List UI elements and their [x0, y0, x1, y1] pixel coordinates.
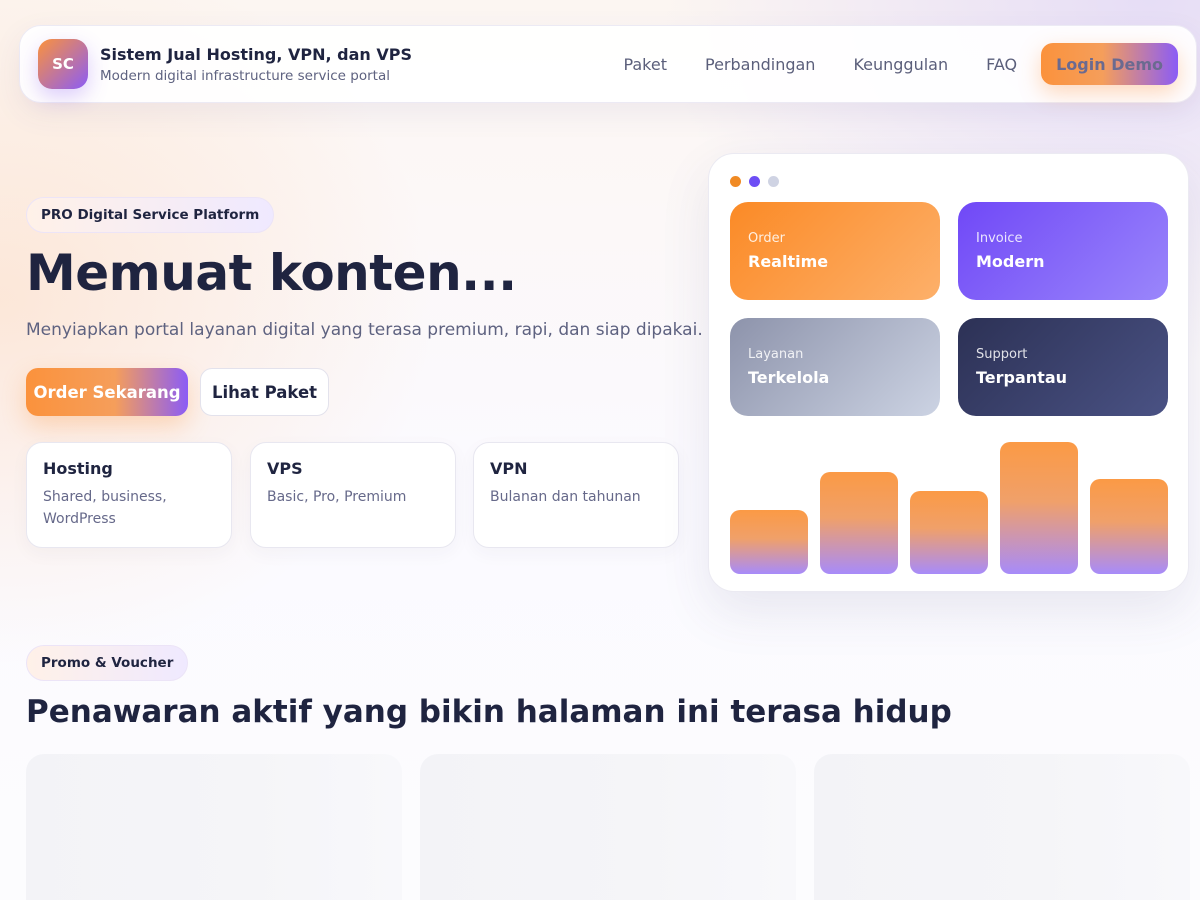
tile-order: Order Realtime [730, 202, 940, 300]
service-title: VPN [490, 459, 528, 478]
main-nav: Paket Perbandingan Keunggulan FAQ Login … [623, 43, 1178, 85]
top-navbar: SC Sistem Jual Hosting, VPN, dan VPS Mod… [19, 25, 1197, 103]
activity-bar [1090, 479, 1168, 574]
nav-link-paket[interactable]: Paket [623, 55, 667, 74]
activity-bar-chart [730, 434, 1168, 574]
tile-value: Terpantau [976, 368, 1068, 387]
logo-text: SC [52, 55, 74, 73]
activity-bar [730, 510, 808, 574]
service-desc: Bulanan dan tahunan [490, 489, 641, 505]
tile-label: Order [748, 231, 785, 246]
activity-bar [910, 491, 988, 574]
service-title: Hosting [43, 459, 113, 478]
tile-label: Layanan [748, 347, 804, 362]
promo-card-skeleton [814, 754, 1190, 900]
tile-value: Terkelola [748, 368, 830, 387]
hero-subtitle: Menyiapkan portal layanan digital yang t… [26, 320, 703, 340]
service-desc: Basic, Pro, Premium [267, 489, 407, 505]
hero-title: Memuat konten... [26, 244, 517, 302]
activity-bar [1000, 442, 1078, 574]
nav-link-perbandingan[interactable]: Perbandingan [705, 55, 815, 74]
service-desc: Shared, business, WordPress [43, 489, 167, 527]
brand-subtitle: Modern digital infrastructure service po… [100, 67, 390, 84]
login-demo-button[interactable]: Login Demo [1041, 43, 1178, 85]
activity-bar [820, 472, 898, 574]
brand-logo[interactable]: SC [38, 39, 88, 89]
promo-badge: Promo & Voucher [26, 645, 189, 681]
nav-link-faq[interactable]: FAQ [986, 55, 1017, 74]
brand-title: Sistem Jual Hosting, VPN, dan VPS [100, 44, 412, 64]
tile-label: Support [976, 347, 1028, 362]
tile-label: Invoice [976, 231, 1023, 246]
tile-layanan: Layanan Terkelola [730, 318, 940, 416]
service-card-hosting[interactable]: Hosting Shared, business, WordPress [26, 442, 232, 548]
window-dot-purple [749, 176, 760, 187]
order-now-button[interactable]: Order Sekarang [26, 368, 188, 416]
promo-section-title: Penawaran aktif yang bikin halaman ini t… [26, 694, 952, 730]
brand-block: Sistem Jual Hosting, VPN, dan VPS Modern… [100, 45, 412, 84]
tile-value: Modern [976, 252, 1045, 271]
window-dot-gray [768, 176, 779, 187]
service-card-vpn[interactable]: VPN Bulanan dan tahunan [473, 442, 679, 548]
dashboard-preview: Order Realtime Invoice Modern Layanan Te… [708, 153, 1189, 592]
window-dot-orange [730, 176, 741, 187]
hero-badge: PRO Digital Service Platform [26, 197, 275, 233]
view-packages-button[interactable]: Lihat Paket [200, 368, 329, 416]
tile-invoice: Invoice Modern [958, 202, 1168, 300]
promo-card-skeleton [420, 754, 796, 900]
service-title: VPS [267, 459, 303, 478]
promo-card-skeleton [26, 754, 402, 900]
tile-value: Realtime [748, 252, 829, 271]
tile-support: Support Terpantau [958, 318, 1168, 416]
service-card-vps[interactable]: VPS Basic, Pro, Premium [250, 442, 456, 548]
nav-link-keunggulan[interactable]: Keunggulan [853, 55, 948, 74]
